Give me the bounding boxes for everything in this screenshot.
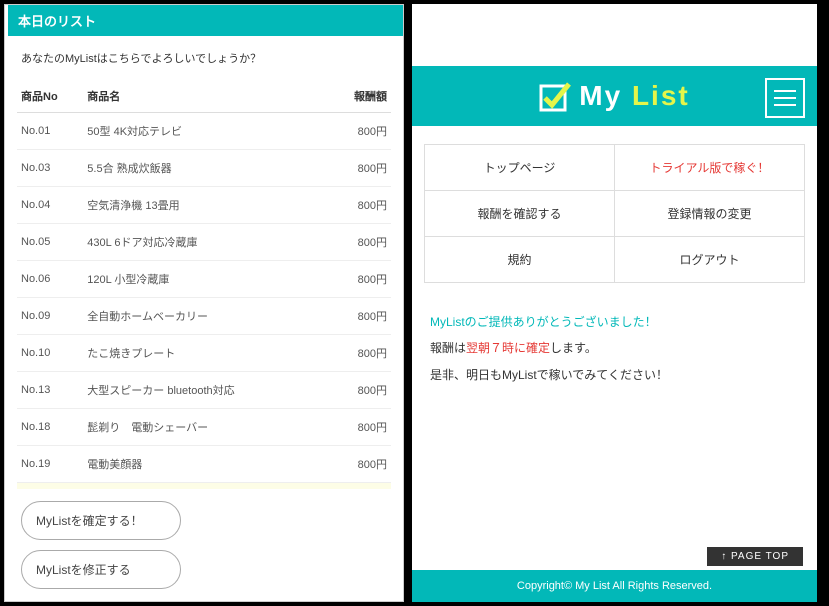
col-reward: 報酬額 [314,80,391,113]
message-box: MyListのご提供ありがとうございました！ 報酬は翌朝７時に確定します。 是非… [430,309,799,388]
nav-row: 規約ログアウト [425,236,804,282]
cell-no: No.09 [17,298,83,335]
table-row: No.06120L 小型冷蔵庫800円 [17,261,391,298]
logo-bar: My List [412,66,817,126]
table-row: No.05430L 6ドア対応冷蔵庫800円 [17,224,391,261]
product-table-wrap: 商品No 商品名 報酬額 No.0150型 4K対応テレビ800円No.035.… [5,80,403,489]
table-row: No.035.5合 熟成炊飯器800円 [17,150,391,187]
msg-line2: 報酬は翌朝７時に確定します。 [430,335,799,361]
col-name: 商品名 [83,80,314,113]
logo-my: My [579,80,622,111]
table-row: No.13大型スピーカー bluetooth対応800円 [17,372,391,409]
cell-no: No.03 [17,150,83,187]
edit-button[interactable]: MyListを修正する [21,550,181,589]
cell-name: 120L 小型冷蔵庫 [83,261,314,298]
cell-no: No.06 [17,261,83,298]
cell-no: No.04 [17,187,83,224]
nav-item[interactable]: トライアル版で稼ぐ！ [614,145,804,190]
msg-thanks: MyListのご提供ありがとうございました！ [430,309,799,335]
cell-name: 髭剃り 電動シェーバー [83,409,314,446]
nav-item[interactable]: 登録情報の変更 [614,191,804,236]
msg-line2b: します。 [550,341,597,355]
confirm-button[interactable]: MyListを確定する！ [21,501,181,540]
cell-name: 大型スピーカー bluetooth対応 [83,372,314,409]
cell-reward: 800円 [314,224,391,261]
table-row: No.0150型 4K対応テレビ800円 [17,113,391,150]
nav-grid: トップページトライアル版で稼ぐ！報酬を確認する登録情報の変更規約ログアウト [424,144,805,283]
cell-name: 50型 4K対応テレビ [83,113,314,150]
cell-name: 全自動ホームベーカリー [83,298,314,335]
nav-item[interactable]: 規約 [425,237,614,282]
footer: Copyright© My List All Rights Reserved. [412,570,817,602]
nav-row: トップページトライアル版で稼ぐ！ [425,145,804,190]
msg-line2a: 報酬は [430,341,466,355]
cell-reward: 800円 [314,298,391,335]
table-row: No.10たこ焼きプレート800円 [17,335,391,372]
cell-reward: 800円 [314,261,391,298]
cell-reward: 800円 [314,372,391,409]
pagetop-wrap: ↑ PAGE TOP [412,547,817,570]
nav-item[interactable]: 報酬を確認する [425,191,614,236]
nav-row: 報酬を確認する登録情報の変更 [425,190,804,236]
cell-reward: 800円 [314,409,391,446]
product-table: 商品No 商品名 報酬額 No.0150型 4K対応テレビ800円No.035.… [17,80,391,489]
cell-reward: 800円 [314,187,391,224]
cell-no: No.19 [17,446,83,483]
hamburger-icon[interactable] [765,78,805,118]
right-panel: My List トップページトライアル版で稼ぐ！報酬を確認する登録情報の変更規約… [412,4,817,602]
checkbox-icon [539,80,571,112]
col-no: 商品No [17,80,83,113]
cell-name: 430L 6ドア対応冷蔵庫 [83,224,314,261]
cell-reward: 800円 [314,446,391,483]
cell-reward: 800円 [314,113,391,150]
panel-header: 本日のリスト [5,5,403,36]
left-panel: 本日のリスト あなたのMyListはこちらでよろしいでしょうか？ 商品No 商品… [4,4,404,602]
table-row: No.18髭剃り 電動シェーバー800円 [17,409,391,446]
cell-no: No.18 [17,409,83,446]
pagetop-button[interactable]: ↑ PAGE TOP [707,547,803,566]
top-whitespace [412,4,817,66]
logo: My List [539,80,689,112]
table-row: No.09全自動ホームベーカリー800円 [17,298,391,335]
cell-no: No.05 [17,224,83,261]
msg-line3: 是非、明日もMyListで稼いでみてください！ [430,362,799,388]
nav-item[interactable]: ログアウト [614,237,804,282]
cell-reward: 800円 [314,335,391,372]
nav-item[interactable]: トップページ [425,145,614,190]
cell-name: たこ焼きプレート [83,335,314,372]
cell-reward: 800円 [314,150,391,187]
prompt-text: あなたのMyListはこちらでよろしいでしょうか？ [5,36,403,80]
cell-no: No.01 [17,113,83,150]
cell-name: 空気清浄機 13畳用 [83,187,314,224]
cell-name: 5.5合 熟成炊飯器 [83,150,314,187]
cell-no: No.10 [17,335,83,372]
cell-name: 電動美顔器 [83,446,314,483]
table-row: No.19電動美顔器800円 [17,446,391,483]
cell-no: No.13 [17,372,83,409]
actions: MyListを確定する！ MyListを修正する [5,489,403,601]
msg-line2-em: 翌朝７時に確定 [466,341,550,355]
table-row: No.04空気清浄機 13畳用800円 [17,187,391,224]
logo-list: List [632,80,690,111]
